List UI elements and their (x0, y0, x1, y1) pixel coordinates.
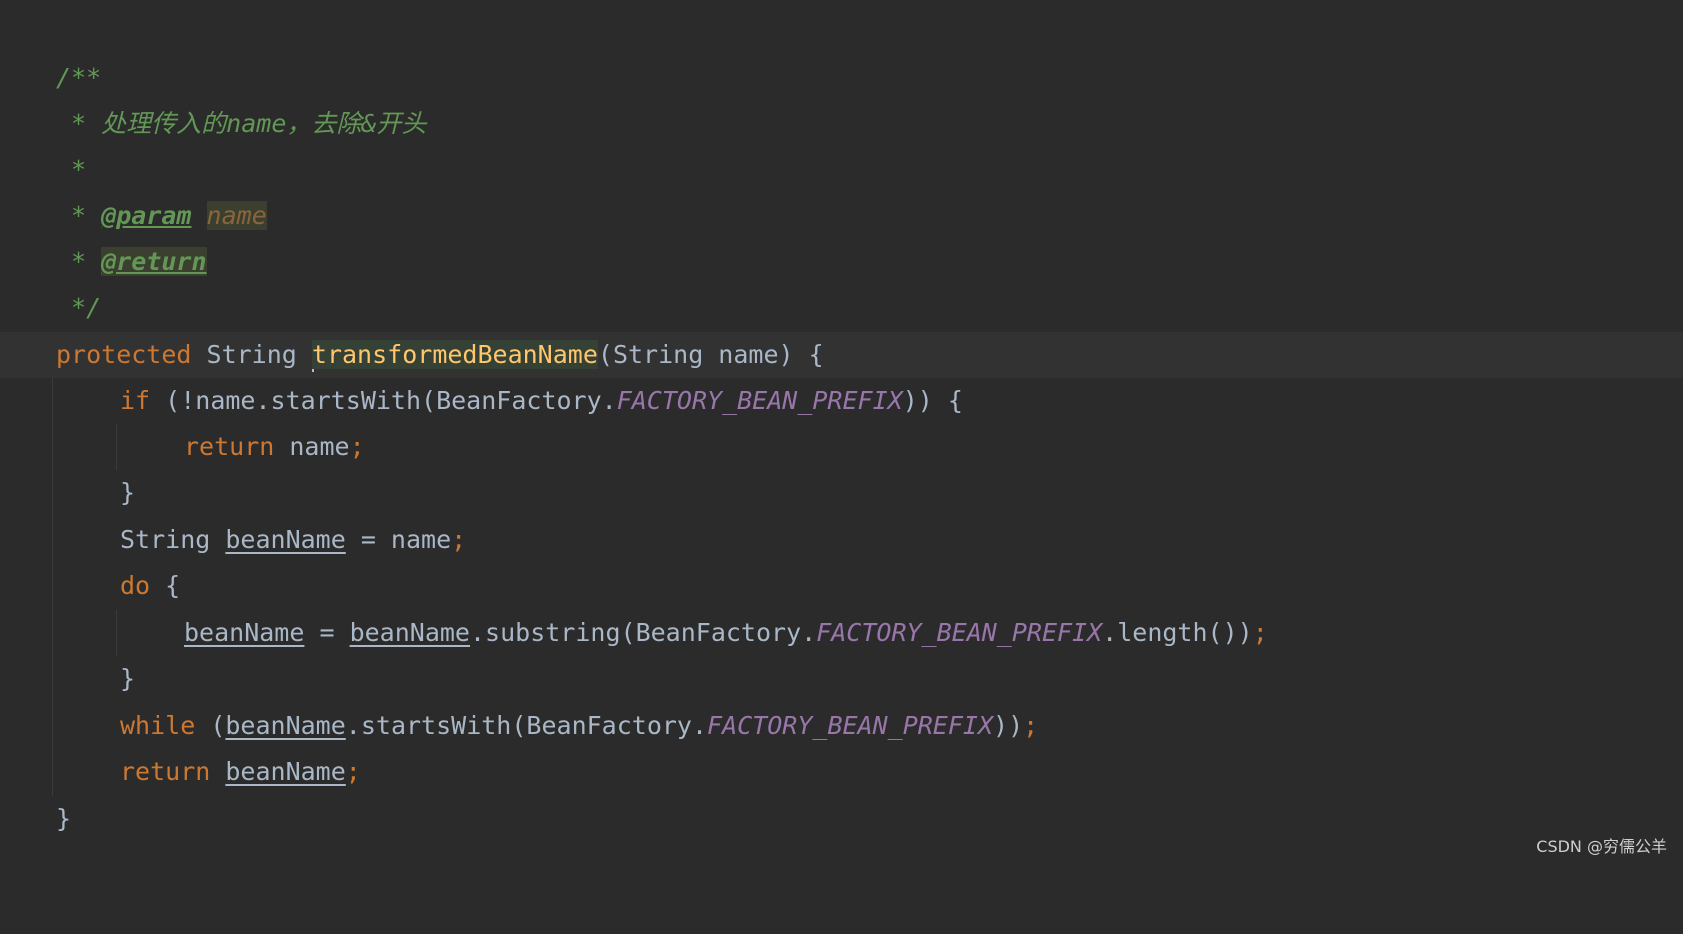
type-string: String (120, 525, 226, 554)
startswith-call: .startsWith(BeanFactory. (345, 711, 708, 740)
constant-factory-bean-prefix: FACTORY_BEAN_PREFIX (816, 618, 1103, 647)
constant-factory-bean-prefix: FACTORY_BEAN_PREFIX (616, 386, 903, 415)
doc-comment-star: * (56, 109, 87, 138)
assign-operator: = (304, 618, 350, 647)
code-line[interactable]: } (0, 656, 1683, 702)
code-line[interactable]: return name; (0, 424, 1683, 470)
variable-beanname: beanName (225, 711, 346, 740)
doc-param-tag: @param (101, 201, 192, 230)
doc-param-name: name (206, 201, 267, 230)
doc-comment-description: 处理传入的name，去除&开头 (86, 109, 427, 138)
code-line[interactable]: /** (0, 55, 1683, 101)
keyword-return: return (120, 757, 211, 786)
semicolon: ; (1252, 618, 1268, 647)
doc-comment-star: * (56, 201, 87, 230)
while-open: ( (195, 711, 226, 740)
open-brace: { (150, 571, 181, 600)
code-line[interactable]: do { (0, 563, 1683, 609)
code-line[interactable]: * @return (0, 239, 1683, 285)
doc-comment-open: /** (56, 63, 102, 92)
code-line[interactable]: * @param name (0, 193, 1683, 239)
doc-comment-star: * (56, 155, 87, 184)
semicolon: ; (451, 525, 467, 554)
code-editor[interactable]: /** * 处理传入的name，去除&开头 * * @param name * … (0, 0, 1683, 865)
variable-beanname: beanName (225, 757, 346, 786)
watermark: CSDN @穷儒公羊 (1536, 837, 1667, 856)
doc-comment-close: */ (56, 293, 102, 322)
code-line[interactable]: return beanName; (0, 749, 1683, 795)
if-condition-close: )) { (902, 386, 963, 415)
assignment: = name (345, 525, 452, 554)
semicolon: ; (1023, 711, 1039, 740)
close-brace: } (120, 478, 136, 507)
code-line[interactable]: while (beanName.startsWith(BeanFactory.F… (0, 703, 1683, 749)
while-close: )) (993, 711, 1024, 740)
keyword-return: return (184, 432, 275, 461)
semicolon: ; (345, 757, 361, 786)
code-line[interactable]: * 处理传入的name，去除&开头 (0, 101, 1683, 147)
semicolon: ; (349, 432, 365, 461)
constant-factory-bean-prefix: FACTORY_BEAN_PREFIX (707, 711, 994, 740)
code-line[interactable]: String beanName = name; (0, 517, 1683, 563)
type-string: String (206, 340, 297, 369)
method-params: (String name) { (597, 340, 824, 369)
if-condition: (!name.startsWith(BeanFactory. (150, 386, 617, 415)
doc-comment-star: * (56, 247, 87, 276)
doc-return-tag: @return (101, 247, 207, 276)
variable-beanname: beanName (225, 525, 346, 554)
substring-call: .substring(BeanFactory. (470, 618, 817, 647)
keyword-if: if (120, 386, 151, 415)
code-line-current[interactable]: protected String transformedBeanName(Str… (0, 332, 1683, 378)
keyword-while: while (120, 711, 196, 740)
code-line[interactable]: } (0, 796, 1683, 842)
code-line[interactable]: if (!name.startsWith(BeanFactory.FACTORY… (0, 378, 1683, 424)
code-line[interactable]: } (0, 470, 1683, 516)
method-close-brace: } (56, 804, 72, 833)
keyword-protected: protected (56, 340, 192, 369)
code-line[interactable]: */ (0, 285, 1683, 331)
method-name[interactable]: transformedBeanName (311, 340, 598, 369)
length-call: .length()) (1102, 618, 1253, 647)
variable-beanname: beanName (184, 618, 305, 647)
keyword-do: do (120, 571, 151, 600)
code-line[interactable]: beanName = beanName.substring(BeanFactor… (0, 610, 1683, 656)
return-value: name (274, 432, 350, 461)
close-brace: } (120, 664, 136, 693)
code-line[interactable]: * (0, 147, 1683, 193)
variable-beanname: beanName (349, 618, 470, 647)
